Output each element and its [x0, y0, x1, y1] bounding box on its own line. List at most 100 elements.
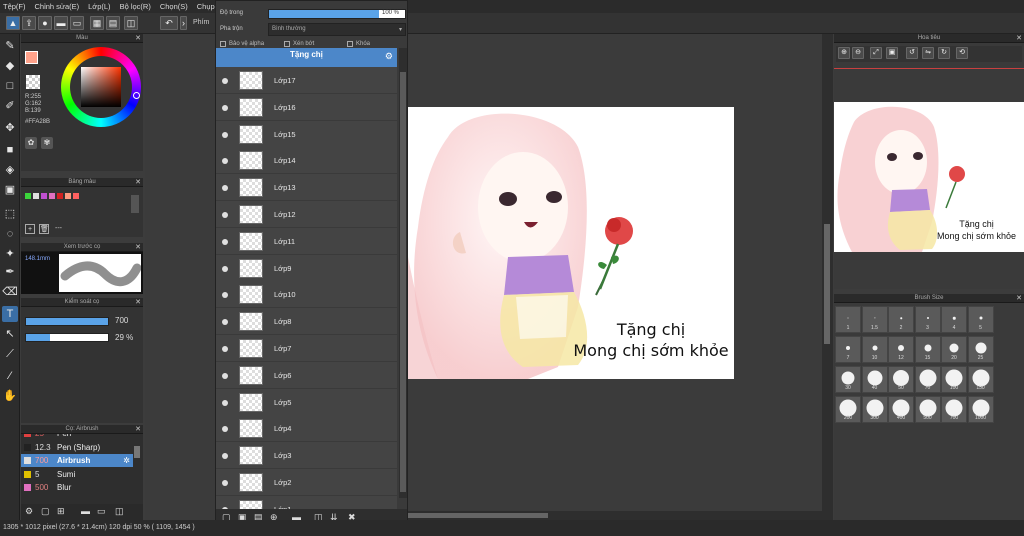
eye-icon[interactable] [222, 346, 228, 352]
layer-row[interactable]: Lớp15 [216, 120, 397, 148]
layer-row[interactable]: Lớp13 [216, 174, 397, 202]
brush-list-item[interactable]: 12.3 Pen (Sharp) [21, 441, 133, 454]
color-history-icon[interactable]: ✾ [41, 137, 53, 149]
comment-icon[interactable]: ▬ [54, 16, 68, 30]
delete-swatch-icon[interactable]: 🗑 [39, 224, 49, 234]
divide-tool-icon[interactable]: ⟋ [2, 346, 18, 362]
close-icon[interactable]: ✕ [135, 34, 141, 43]
zoom-out-icon[interactable]: ⊖ [852, 47, 864, 59]
folder-icon[interactable]: ▬ [81, 506, 90, 516]
tab-label[interactable]: Phím [193, 19, 209, 26]
palette-scrollbar[interactable] [131, 195, 139, 213]
menu-item[interactable]: Chụp [197, 2, 215, 11]
brush-size-cell[interactable]: 2 [888, 306, 914, 333]
layer-row[interactable]: Lớp7 [216, 335, 397, 362]
layer-row[interactable]: Lớp11 [216, 227, 397, 255]
fit-icon[interactable]: ⤢ [870, 47, 882, 59]
brush-settings-icon[interactable]: ⚙ [25, 506, 33, 517]
close-icon[interactable]: ✕ [135, 298, 141, 307]
brush-size-cell[interactable]: 7 [835, 336, 861, 363]
layer-scrollbar[interactable] [399, 48, 407, 498]
brush-size-cell[interactable]: 4 [941, 306, 967, 333]
text-tool-icon[interactable]: T [2, 306, 18, 322]
menu-item[interactable]: Tệp(F) [3, 2, 26, 11]
eye-icon[interactable] [222, 158, 228, 165]
transparent-swatch[interactable] [26, 75, 40, 89]
protect-alpha-checkbox[interactable] [220, 41, 226, 47]
brush-tool-icon[interactable]: ✎ [2, 38, 18, 54]
brush-size-cell[interactable]: 15 [914, 336, 941, 363]
hand-tool-icon[interactable]: ✋ [2, 388, 18, 404]
layer-row[interactable]: Lớp12 [216, 201, 397, 228]
brush-size-cell[interactable]: 10 [861, 336, 888, 363]
brush-size-cell[interactable]: 30 [835, 366, 861, 393]
export-icon[interactable]: ⇪ [22, 16, 36, 30]
eye-icon[interactable] [222, 131, 228, 138]
split-view-icon[interactable]: ◫ [124, 16, 138, 30]
menu-item[interactable]: Bộ lọc(R) [120, 2, 151, 11]
brush-list-item[interactable]: 25 Pen [21, 434, 133, 440]
select-rect-icon[interactable]: ⬚ [2, 206, 18, 222]
select-pen-icon[interactable]: ✒ [2, 264, 18, 280]
saturation-value-square[interactable] [81, 67, 121, 107]
brush-size-cell[interactable]: 50 [888, 366, 914, 393]
folder-settings-icon[interactable]: ⚙ [385, 51, 393, 62]
lasso-tool-icon[interactable]: ◌ [2, 226, 18, 242]
hue-handle[interactable] [133, 92, 140, 99]
add-brush-icon[interactable]: ⊞ [57, 506, 65, 517]
brush-size-cell[interactable]: 500 [914, 396, 941, 423]
layer-row[interactable]: Lớp5 [216, 388, 397, 416]
brush-mode-icon[interactable]: ▲ [6, 16, 20, 30]
close-icon[interactable]: ✕ [135, 178, 141, 187]
duplicate-brush-icon[interactable]: ◫ [115, 506, 124, 517]
actual-size-icon[interactable]: ▣ [886, 47, 898, 59]
brush-opacity-slider[interactable] [25, 333, 109, 342]
canvas-horizontal-scrollbar[interactable] [408, 511, 822, 520]
flip-icon[interactable]: ⇋ [922, 47, 934, 59]
layer-row[interactable]: Lớp9 [216, 254, 397, 282]
eye-icon[interactable] [222, 78, 228, 84]
eye-icon[interactable] [222, 426, 228, 433]
close-icon[interactable]: ✕ [1016, 294, 1022, 303]
eye-icon[interactable] [222, 265, 228, 272]
brush-size-cell[interactable]: 1 [835, 306, 861, 333]
eye-icon[interactable] [222, 212, 228, 218]
add-swatch-icon[interactable]: + [25, 224, 35, 234]
select-eraser-icon[interactable]: ⌫ [2, 284, 18, 300]
menu-item[interactable]: Chỉnh sửa(E) [35, 2, 80, 11]
new-window-icon[interactable]: ▭ [70, 16, 84, 30]
close-icon[interactable]: ✕ [135, 243, 141, 252]
reset-view-icon[interactable]: ⟲ [956, 47, 968, 59]
brush-size-cell[interactable]: 1000 [967, 396, 994, 423]
layer-row[interactable]: Lớp14 [216, 147, 397, 175]
rotate-left-icon[interactable]: ↺ [906, 47, 918, 59]
palette-swatch[interactable] [33, 193, 39, 199]
grid-icon[interactable]: ▦ [90, 16, 104, 30]
canvas-vertical-scrollbar[interactable] [822, 34, 833, 520]
brush-settings-icon[interactable]: ✲ [123, 454, 130, 467]
copy-brush-icon[interactable]: ▭ [97, 506, 106, 517]
bucket-tool-icon[interactable]: ◈ [2, 162, 18, 178]
blend-mode-select[interactable]: Bình thường ▾ [268, 23, 406, 36]
operation-tool-icon[interactable]: ↖ [2, 326, 18, 342]
eye-icon[interactable] [222, 319, 228, 326]
eye-icon[interactable] [222, 104, 228, 111]
brush-list-item[interactable]: 700 Airbrush ✲ [21, 454, 133, 467]
brush-size-cell[interactable]: 700 [941, 396, 967, 423]
lock-checkbox[interactable] [347, 41, 353, 47]
new-brush-icon[interactable]: ▢ [41, 506, 50, 517]
hue-wheel[interactable] [61, 47, 141, 127]
brush-size-cell[interactable]: 1.5 [861, 306, 888, 333]
layer-row[interactable]: Lớp10 [216, 281, 397, 309]
undo-icon[interactable]: ↶ [160, 16, 178, 30]
menu-item[interactable]: Lớp(L) [88, 2, 110, 11]
brush-size-cell[interactable]: 40 [861, 366, 888, 393]
layout-icon[interactable]: ▤ [106, 16, 120, 30]
brush-size-cell[interactable]: 300 [861, 396, 888, 423]
eye-icon[interactable] [222, 238, 228, 245]
brush-size-cell[interactable]: 100 [941, 366, 967, 393]
brush-list-item[interactable]: 5 Sumi [21, 468, 133, 481]
layer-row[interactable]: Lớp17 [216, 67, 397, 94]
layer-row[interactable]: Lớp8 [216, 308, 397, 336]
eye-icon[interactable] [222, 185, 228, 192]
